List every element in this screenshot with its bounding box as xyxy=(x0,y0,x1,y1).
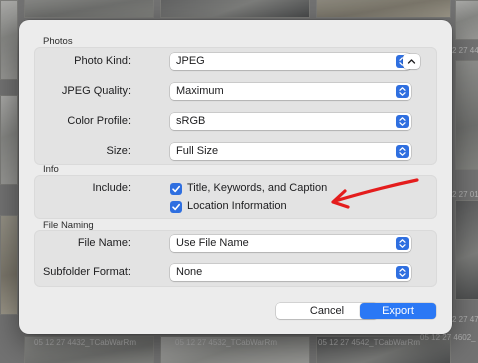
red-arrow-annotation xyxy=(331,178,419,209)
export-dialog: Photos Photo Kind: JPEG JPEG Quality: Ma… xyxy=(19,20,452,334)
